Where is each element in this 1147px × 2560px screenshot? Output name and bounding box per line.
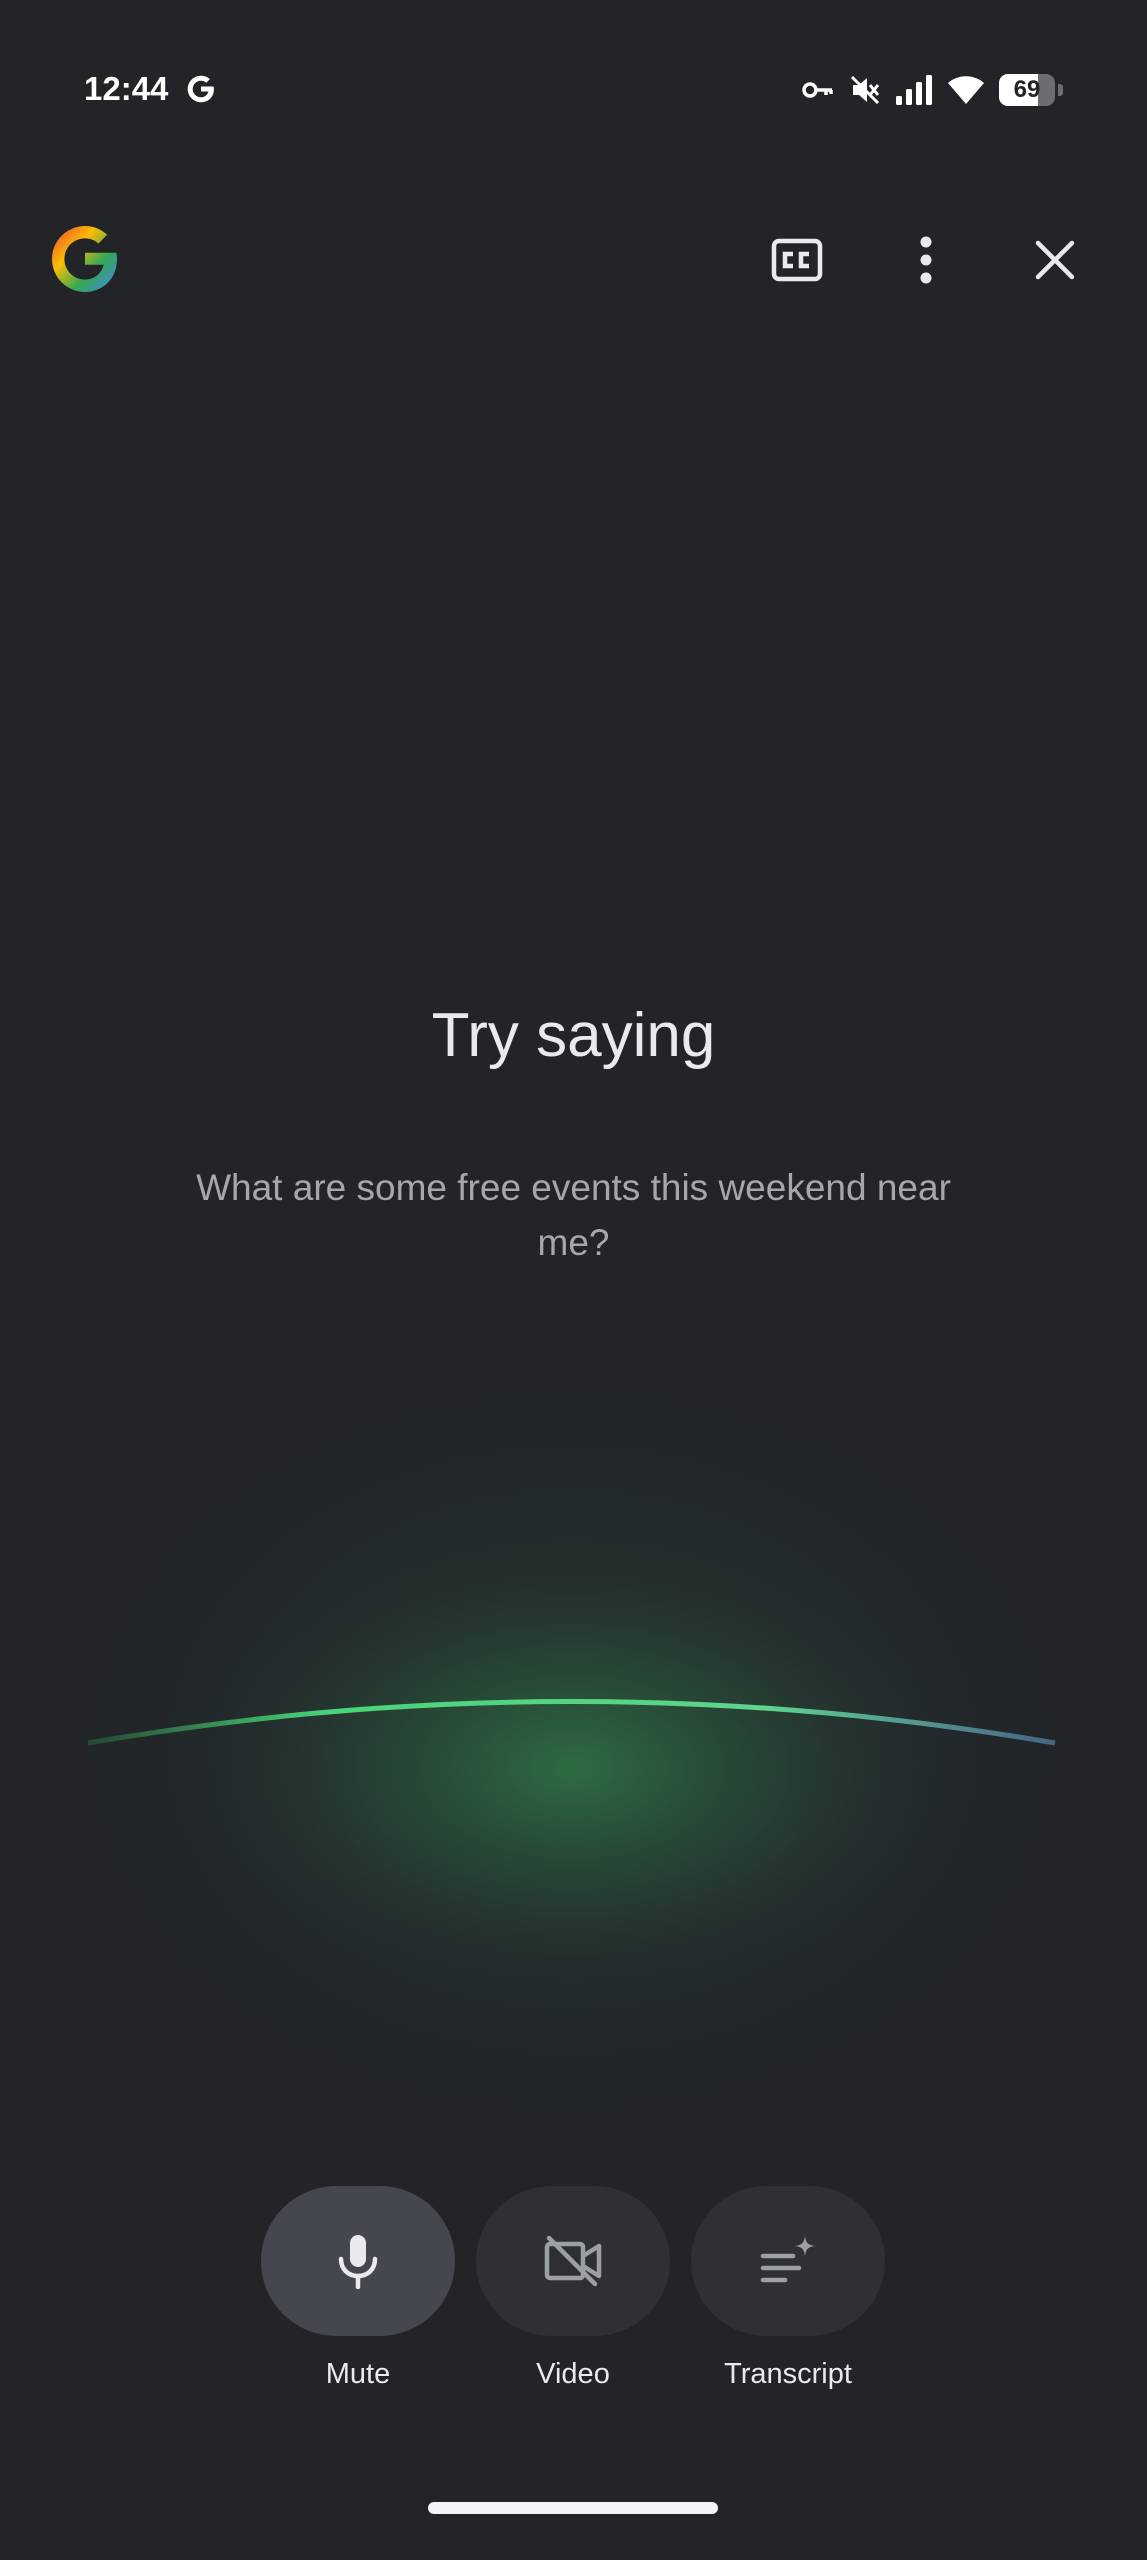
gemini-live-screen: 12:44 69 Try saying What are some free e… (0, 0, 1147, 2560)
closed-captions-icon (771, 238, 823, 282)
close-button[interactable] (1015, 220, 1095, 300)
video-button[interactable]: Video (476, 2186, 670, 2391)
signal-icon (896, 75, 932, 105)
more-options-button[interactable] (886, 220, 966, 300)
wifi-icon (948, 76, 984, 104)
home-indicator[interactable] (428, 2502, 718, 2514)
transcript-button-circle[interactable] (691, 2186, 885, 2336)
google-logo-icon (52, 226, 117, 292)
status-bar: 12:44 69 (0, 60, 1147, 120)
video-label: Video (536, 2358, 610, 2390)
status-time: 12:44 (84, 70, 169, 107)
status-icons: 69 (801, 68, 1063, 112)
close-icon (1035, 240, 1075, 280)
battery-level: 69 (1013, 76, 1041, 103)
mute-label: Mute (325, 2358, 391, 2390)
closed-captions-button[interactable] (757, 220, 837, 300)
mute-icon (850, 75, 880, 105)
transcript-button[interactable]: Transcript (691, 2186, 885, 2391)
transcript-label: Transcript (724, 2358, 852, 2390)
mute-button-circle[interactable] (261, 2186, 455, 2336)
video-button-circle[interactable] (476, 2186, 670, 2336)
transcript-icon (760, 2236, 815, 2283)
prompt-suggestion: What are some free events this weekend n… (196, 1167, 951, 1263)
voice-glow (13, 1330, 1133, 2170)
mute-button[interactable]: Mute (261, 2186, 455, 2391)
mic-icon (338, 2235, 378, 2289)
prompt-title: Try saying (431, 1001, 716, 1070)
vpn-key-icon (802, 82, 833, 98)
battery-icon: 69 (999, 74, 1063, 106)
google-g-icon (187, 75, 214, 103)
video-off-icon (544, 2235, 602, 2287)
more-vert-icon (920, 236, 932, 284)
